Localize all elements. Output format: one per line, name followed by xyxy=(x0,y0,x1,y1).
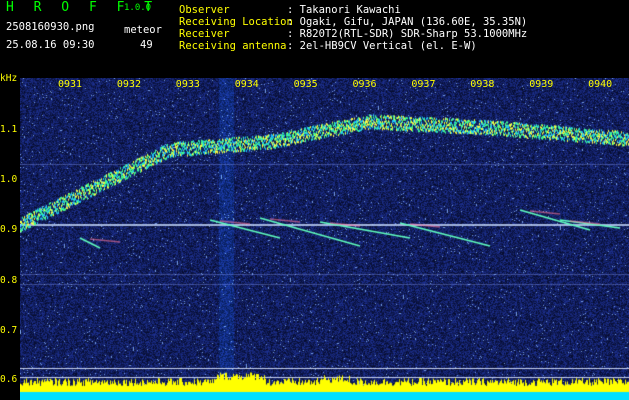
file-name: 2508160930.png xyxy=(6,21,95,33)
antenna-value: : 2el-HB9CV Vertical (el. E-W) xyxy=(287,40,477,52)
frequency-tick-label: 0.8 xyxy=(0,275,18,286)
antenna-label: Receiving antenna xyxy=(179,40,287,52)
time-tick-label: 0940 xyxy=(588,79,613,90)
time-tick-label: 0935 xyxy=(293,79,318,90)
time-tick-label: 0936 xyxy=(352,79,377,90)
time-tick-label: 0939 xyxy=(529,79,554,90)
time-tick-label: 0933 xyxy=(175,79,200,90)
frequency-tick-label: 0.7 xyxy=(0,325,18,336)
time-tick-label: 0931 xyxy=(58,79,83,90)
spectrogram-canvas xyxy=(20,78,629,400)
frequency-tick-label: 0.6 xyxy=(0,374,18,385)
unit-label: kHz xyxy=(0,73,18,84)
time-tick-label: 0938 xyxy=(470,79,495,90)
hrofft-window: H R O F F T 1.0.0 2508160930.png meteor … xyxy=(0,0,629,400)
app-version: 1.0.0 xyxy=(124,3,152,13)
time-tick-label: 0934 xyxy=(234,79,259,90)
frequency-tick-label: 1.1 xyxy=(0,124,18,135)
datetime: 25.08.16 09:30 xyxy=(6,39,95,51)
time-tick-label: 0937 xyxy=(411,79,436,90)
meteor-count: 49 xyxy=(140,39,153,51)
meteor-label: meteor xyxy=(124,24,162,36)
time-tick-label: 0932 xyxy=(116,79,141,90)
spectrogram xyxy=(20,78,629,400)
frequency-tick-label: 0.9 xyxy=(0,224,18,235)
frequency-tick-label: 1.0 xyxy=(0,174,18,185)
